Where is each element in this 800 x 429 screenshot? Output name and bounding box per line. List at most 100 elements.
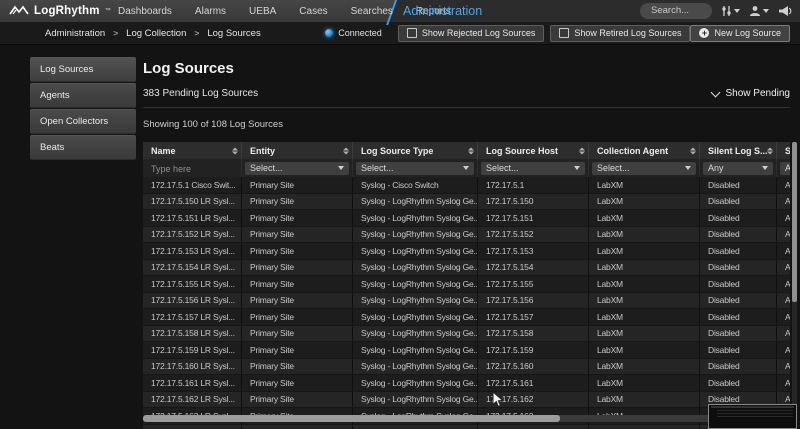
column-header-entity[interactable]: Entity <box>242 142 353 159</box>
checkbox-icon <box>407 28 417 38</box>
cell-silent-log-s: Disabled <box>700 325 777 342</box>
cell-name: 172.17.5.160 LR Sysl... <box>143 358 242 375</box>
table-row[interactable]: 172.17.5.153 LR Sysl...Primary SiteSyslo… <box>143 243 790 260</box>
table-row[interactable]: 172.17.5.158 LR Sysl...Primary SiteSyslo… <box>143 325 790 342</box>
cell-status: Active <box>777 292 791 309</box>
mouse-cursor <box>492 391 504 408</box>
sidebar-item-agents[interactable]: Agents <box>30 83 136 108</box>
breadcrumb-item-log-sources[interactable]: Log Sources <box>207 28 260 39</box>
sort-icon[interactable] <box>232 147 238 154</box>
filter-cell-status: Any <box>777 159 791 177</box>
cell-silent-log-s: Disabled <box>700 309 777 326</box>
table-row[interactable]: 172.17.5.1 Cisco Swit...Primary SiteSysl… <box>143 177 790 193</box>
cell-log-source-host: 172.17.5.152 <box>478 226 589 243</box>
filter-input-name[interactable] <box>146 163 240 175</box>
sidebar-item-beats[interactable]: Beats <box>30 135 136 160</box>
vertical-scrollbar[interactable] <box>792 142 797 420</box>
cell-collection-agent: LabXM <box>589 193 700 210</box>
sort-icon[interactable] <box>690 147 696 154</box>
show-pending-toggle[interactable]: Show Pending <box>712 88 791 99</box>
megaphone-icon[interactable] <box>778 5 793 17</box>
new-log-source-button[interactable]: + New Log Source <box>690 25 790 42</box>
screen-preview-overlay[interactable] <box>708 404 797 429</box>
logrhythm-logo[interactable]: LogRhythm™ <box>9 0 111 22</box>
cell-log-source-type: Syslog - LogRhythm Syslog Ge... <box>353 276 478 293</box>
vertical-scrollbar-thumb[interactable] <box>792 142 797 302</box>
breadcrumb: Administration>Log Collection>Log Source… <box>0 28 261 39</box>
sort-up-arrow <box>468 147 474 150</box>
column-header-log-source-type[interactable]: Log Source Type <box>353 142 478 159</box>
sort-icon[interactable] <box>579 147 585 154</box>
column-header-label: Entity <box>250 146 275 156</box>
filter-cell-silent-log-s: Any <box>700 159 777 177</box>
column-header-status[interactable]: Status <box>777 142 791 159</box>
horizontal-scrollbar-thumb[interactable] <box>143 415 560 422</box>
user-menu[interactable] <box>749 5 769 17</box>
table-row[interactable]: 172.17.5.151 LR Sysl...Primary SiteSyslo… <box>143 210 790 227</box>
nav-item-ueba[interactable]: UEBA <box>249 6 276 17</box>
column-header-collection-agent[interactable]: Collection Agent <box>589 142 700 159</box>
column-header-label: Silent Log S... <box>708 146 768 156</box>
table-row[interactable]: 172.17.5.160 LR Sysl...Primary SiteSyslo… <box>143 358 790 375</box>
table-row[interactable]: 172.17.5.156 LR Sysl...Primary SiteSyslo… <box>143 292 790 309</box>
table-row[interactable]: 172.17.5.159 LR Sysl...Primary SiteSyslo… <box>143 342 790 359</box>
cell-name: 172.17.5.153 LR Sysl... <box>143 243 242 260</box>
sort-icon[interactable] <box>468 147 474 154</box>
column-header-name[interactable]: Name <box>143 142 242 159</box>
nav-item-cases[interactable]: Cases <box>299 6 327 17</box>
cell-entity: Primary Site <box>242 309 353 326</box>
sort-icon[interactable] <box>343 147 349 154</box>
horizontal-scrollbar[interactable] <box>143 415 790 422</box>
show-retired-log-sources-button[interactable]: Show Retired Log Sources <box>550 25 690 42</box>
top-nav: LogRhythm™ Dashboards Alarms UEBA Cases Sear… <box>0 0 800 22</box>
filter-select-log-source-type[interactable]: Select... <box>356 162 474 175</box>
filter-select-collection-agent[interactable]: Select... <box>592 162 696 175</box>
table-row[interactable]: 172.17.5.152 LR Sysl...Primary SiteSyslo… <box>143 226 790 243</box>
nav-item-searches[interactable]: Searches <box>351 6 393 17</box>
search-input[interactable] <box>640 3 712 19</box>
filter-select-value: Select... <box>361 163 394 173</box>
nav-item-administration-active[interactable]: Administration <box>403 0 482 22</box>
nav-item-dashboards[interactable]: Dashboards <box>118 6 172 17</box>
preview-line <box>717 413 793 414</box>
filter-select-log-source-host[interactable]: Select... <box>481 162 585 175</box>
filter-select-silent-log-s[interactable]: Any <box>703 162 773 175</box>
table-row[interactable]: 172.17.5.157 LR Sysl...Primary SiteSyslo… <box>143 309 790 326</box>
table-row[interactable]: 172.17.5.161 LR Sysl...Primary SiteSyslo… <box>143 375 790 392</box>
filter-cell-collection-agent: Select... <box>589 159 700 177</box>
filter-select-status[interactable]: Any <box>780 162 790 175</box>
cell-name: 172.17.5.158 LR Sysl... <box>143 325 242 342</box>
caret-down-icon <box>338 166 344 170</box>
column-header-label: Collection Agent <box>597 146 668 156</box>
cell-log-source-host: 172.17.5.164 <box>478 424 589 429</box>
table-row[interactable]: 172.17.5.162 LR Sysl...Primary SiteSyslo… <box>143 391 790 408</box>
table-row[interactable]: 172.17.5.154 LR Sysl...Primary SiteSyslo… <box>143 259 790 276</box>
cell-entity: Primary Site <box>242 292 353 309</box>
table-row[interactable]: 172.17.5.150 LR Sysl...Primary SiteSyslo… <box>143 193 790 210</box>
filter-select-entity[interactable]: Select... <box>245 162 349 175</box>
breadcrumb-item-administration[interactable]: Administration <box>45 28 105 39</box>
cell-entity: Primary Site <box>242 358 353 375</box>
cell-log-source-host: 172.17.5.158 <box>478 325 589 342</box>
sidebar-item-open-collectors[interactable]: Open Collectors <box>30 109 136 134</box>
cell-name: 172.17.5.164 LR Sysl... <box>143 424 242 429</box>
cell-log-source-type: Syslog - LogRhythm Syslog Ge... <box>353 375 478 392</box>
caret-down-icon <box>763 9 769 13</box>
sidebar-item-log-sources[interactable]: Log Sources <box>30 57 136 82</box>
filter-settings-menu[interactable] <box>721 5 740 17</box>
column-header-silent-log-s[interactable]: Silent Log S... <box>700 142 777 159</box>
nav-item-alarms[interactable]: Alarms <box>195 6 226 17</box>
sort-icon[interactable] <box>767 147 773 154</box>
table-row[interactable]: 172.17.5.164 LR Sysl...Primary SiteSyslo… <box>143 424 790 429</box>
column-header-label: Name <box>151 146 176 156</box>
breadcrumb-item-log-collection[interactable]: Log Collection <box>126 28 186 39</box>
log-sources-table: Name Entity Log Source TypeLog Source Host… <box>143 142 790 429</box>
cell-status: Active <box>777 226 791 243</box>
cell-status: Active <box>777 276 791 293</box>
cell-collection-agent: LabXM <box>589 292 700 309</box>
column-header-log-source-host[interactable]: Log Source Host <box>478 142 589 159</box>
checkbox-icon <box>559 28 569 38</box>
table-row[interactable]: 172.17.5.155 LR Sysl...Primary SiteSyslo… <box>143 276 790 293</box>
cell-log-source-host: 172.17.5.1 <box>478 177 589 193</box>
show-rejected-log-sources-button[interactable]: Show Rejected Log Sources <box>398 25 545 42</box>
